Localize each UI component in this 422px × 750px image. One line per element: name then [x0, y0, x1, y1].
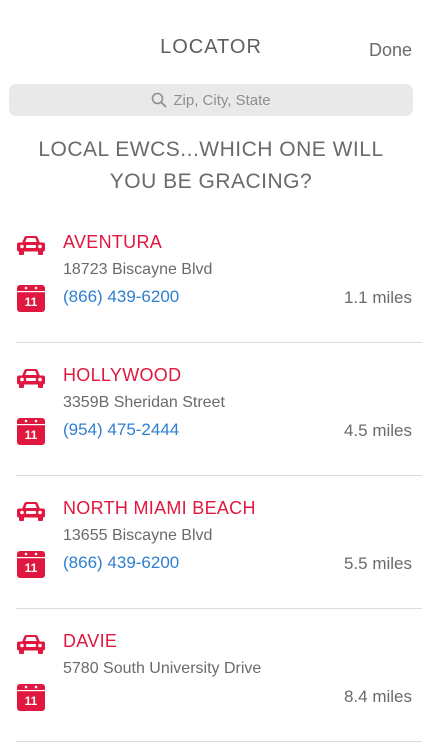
distance-label: 5.5 miles — [343, 554, 412, 573]
location-address: 3359B Sheridan Street — [63, 394, 225, 411]
search-placeholder: Zip, City, State — [173, 91, 271, 109]
car-icon — [17, 502, 45, 521]
calendar-day-number: 11 — [25, 295, 38, 309]
phone-link[interactable]: (866) 439-6200 — [63, 553, 179, 573]
calendar-day-number: 11 — [25, 694, 38, 708]
calendar-day-number: 11 — [25, 428, 38, 442]
calendar-icon[interactable]: 11 — [17, 550, 45, 578]
location-address: 13655 Biscayne Blvd — [63, 527, 213, 544]
location-name: HOLLYWOOD — [63, 365, 182, 385]
location-list-item[interactable]: NORTH MIAMI BEACH 13655 Biscayne Blvd 11… — [0, 476, 422, 609]
page-title: LOCATOR — [160, 36, 262, 58]
distance-label: 4.5 miles — [343, 421, 412, 440]
done-button[interactable]: Done — [369, 40, 412, 61]
headline: LOCAL EWCS...WHICH ONE WILL YOU BE GRACI… — [0, 134, 422, 198]
location-name: DAVIE — [63, 631, 118, 651]
distance-label: 1.1 miles — [343, 288, 412, 307]
location-name: AVENTURA — [63, 232, 163, 252]
nav-bar: LOCATOR Done — [0, 0, 422, 80]
phone-link[interactable]: (866) 439-6200 — [63, 287, 179, 307]
location-list-item[interactable]: HOLLYWOOD 3359B Sheridan Street 11 (954)… — [0, 343, 422, 476]
search-field[interactable]: Zip, City, State — [9, 84, 413, 116]
car-icon — [17, 635, 45, 654]
location-name: NORTH MIAMI BEACH — [63, 498, 256, 518]
distance-label: 8.4 miles — [343, 687, 412, 706]
location-address: 5780 South University Drive — [63, 660, 262, 677]
phone-link[interactable]: (954) 475-2444 — [63, 420, 179, 440]
car-icon — [17, 236, 45, 255]
location-list: AVENTURA 18723 Biscayne Blvd 11 (866) 43… — [0, 210, 422, 742]
car-icon — [17, 369, 45, 388]
headline-line-1: LOCAL EWCS...WHICH ONE WILL — [38, 138, 384, 161]
calendar-icon[interactable]: 11 — [17, 417, 45, 445]
headline-line-2: YOU BE GRACING? — [109, 170, 313, 193]
location-list-item[interactable]: DAVIE 5780 South University Drive 11 8.4… — [0, 609, 422, 742]
divider — [16, 741, 422, 742]
location-list-item[interactable]: AVENTURA 18723 Biscayne Blvd 11 (866) 43… — [0, 210, 422, 343]
search-icon — [152, 92, 167, 108]
calendar-day-number: 11 — [25, 561, 38, 575]
location-address: 18723 Biscayne Blvd — [63, 261, 213, 278]
calendar-icon[interactable]: 11 — [17, 683, 45, 711]
calendar-icon[interactable]: 11 — [17, 284, 45, 312]
